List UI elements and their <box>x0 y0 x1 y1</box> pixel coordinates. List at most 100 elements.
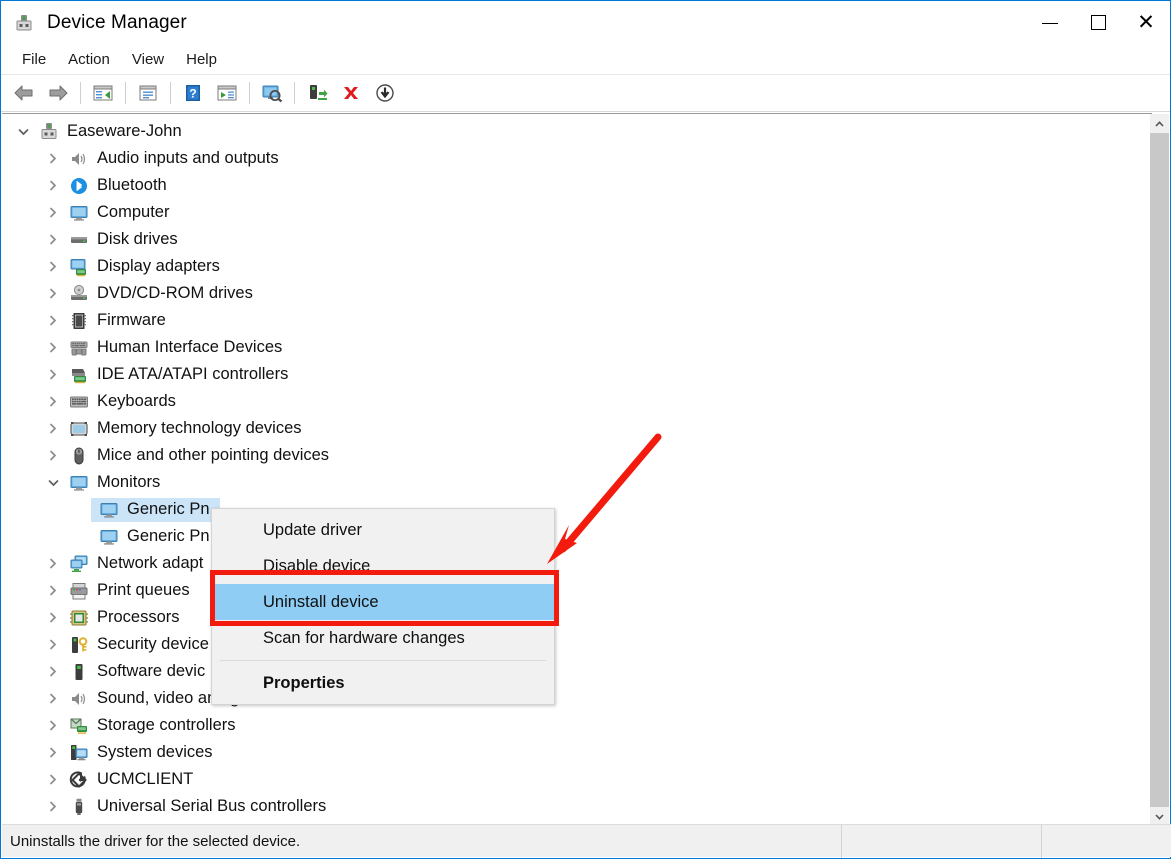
tree-item-content[interactable]: Network adapt <box>61 552 213 576</box>
show-hide-console-tree-button[interactable] <box>86 78 120 108</box>
tree-item-content[interactable]: Human Interface Devices <box>61 336 292 360</box>
tree-item-content[interactable]: Generic Pn <box>91 498 220 522</box>
ctx-properties[interactable]: Properties <box>212 665 554 701</box>
tree-item-print-queues-16[interactable]: Print queues <box>2 577 1152 604</box>
chevron-right-icon[interactable] <box>45 394 61 410</box>
scroll-up-button[interactable] <box>1150 114 1169 133</box>
tree-item-content[interactable]: System devices <box>61 741 223 765</box>
chevron-right-icon[interactable] <box>45 799 61 815</box>
chevron-down-icon[interactable] <box>45 475 61 491</box>
chevron-right-icon[interactable] <box>45 151 61 167</box>
chevron-right-icon[interactable] <box>45 340 61 356</box>
tree-item-content[interactable]: Firmware <box>61 309 176 333</box>
chevron-right-icon[interactable] <box>45 664 61 680</box>
menu-help[interactable]: Help <box>175 48 228 71</box>
menu-file[interactable]: File <box>11 48 57 71</box>
chevron-right-icon[interactable] <box>45 583 61 599</box>
tree-item-universal-serial-bus-controllers-24[interactable]: Universal Serial Bus controllers <box>2 793 1152 820</box>
ctx-scan-for-hardware-changes[interactable]: Scan for hardware changes <box>212 620 554 656</box>
tree-item-content[interactable]: Disk drives <box>61 228 188 252</box>
tree-item-content[interactable]: Computer <box>61 201 179 225</box>
ctx-uninstall-device[interactable]: Uninstall device <box>212 584 554 620</box>
uninstall-device-button[interactable] <box>334 78 368 108</box>
tree-item-content[interactable]: Keyboards <box>61 390 186 414</box>
tree-item-content[interactable]: DVD/CD-ROM drives <box>61 282 263 306</box>
chevron-right-icon[interactable] <box>45 691 61 707</box>
tree-item-memory-technology-devices-10[interactable]: Memory technology devices <box>2 415 1152 442</box>
tree-item-bluetooth-1[interactable]: Bluetooth <box>2 172 1152 199</box>
chevron-right-icon[interactable] <box>45 718 61 734</box>
chevron-right-icon[interactable] <box>45 421 61 437</box>
minimize-button[interactable] <box>1026 1 1074 44</box>
chevron-right-icon[interactable] <box>45 286 61 302</box>
chevron-right-icon[interactable] <box>45 637 61 653</box>
chevron-right-icon[interactable] <box>45 556 61 572</box>
tree-item-content[interactable]: Software devic <box>61 660 215 684</box>
chevron-down-icon[interactable] <box>15 124 31 140</box>
tree-item-monitors-12[interactable]: Monitors <box>2 469 1152 496</box>
menu-action[interactable]: Action <box>57 48 121 71</box>
tree-item-dvd-cd-rom-drives-5[interactable]: DVD/CD-ROM drives <box>2 280 1152 307</box>
tree-item-content[interactable]: Storage controllers <box>61 714 246 738</box>
tree-item-sound-video-and-game-controllers-20[interactable]: Sound, video and game controllers <box>2 685 1152 712</box>
tree-item-keyboards-9[interactable]: Keyboards <box>2 388 1152 415</box>
tree-item-computer-2[interactable]: Computer <box>2 199 1152 226</box>
chevron-right-icon[interactable] <box>45 178 61 194</box>
forward-button[interactable] <box>41 78 75 108</box>
scan-for-hardware-changes-button[interactable] <box>255 78 289 108</box>
chevron-right-icon[interactable] <box>45 448 61 464</box>
tree-item-security-device-18[interactable]: Security device <box>2 631 1152 658</box>
action-menu-button[interactable] <box>210 78 244 108</box>
tree-item-human-interface-devices-7[interactable]: Human Interface Devices <box>2 334 1152 361</box>
tree-item-content[interactable]: Generic Pn <box>91 525 220 549</box>
menu-view[interactable]: View <box>121 48 175 71</box>
tree-item-content[interactable]: Universal Serial Bus controllers <box>61 795 336 819</box>
tree-item-content[interactable]: Security device <box>61 633 219 657</box>
tree-item-content[interactable]: IDE ATA/ATAPI controllers <box>61 363 298 387</box>
tree-item-content[interactable]: Mice and other pointing devices <box>61 444 339 468</box>
tree-item-generic-pn-13[interactable]: Generic Pn <box>2 496 1152 523</box>
scrollbar-thumb[interactable] <box>1150 133 1169 807</box>
disable-device-button[interactable] <box>368 78 402 108</box>
vertical-scrollbar[interactable] <box>1150 114 1169 826</box>
device-tree-pane[interactable]: Easeware-John Audio inputs and outputs Blu… <box>2 113 1152 826</box>
tree-item-ucmclient-23[interactable]: UCMCLIENT <box>2 766 1152 793</box>
tree-item-firmware-6[interactable]: Firmware <box>2 307 1152 334</box>
maximize-button[interactable] <box>1074 1 1122 44</box>
chevron-right-icon[interactable] <box>45 610 61 626</box>
tree-item-storage-controllers-21[interactable]: Storage controllers <box>2 712 1152 739</box>
tree-item-audio-inputs-and-outputs-0[interactable]: Audio inputs and outputs <box>2 145 1152 172</box>
chevron-right-icon[interactable] <box>45 232 61 248</box>
tree-item-mice-and-other-pointing-devices-11[interactable]: Mice and other pointing devices <box>2 442 1152 469</box>
tree-item-system-devices-22[interactable]: System devices <box>2 739 1152 766</box>
chevron-right-icon[interactable] <box>45 259 61 275</box>
help-button[interactable]: ? <box>176 78 210 108</box>
tree-item-content[interactable]: Processors <box>61 606 190 630</box>
close-button[interactable]: ✕ <box>1122 1 1170 44</box>
tree-item-display-adapters-4[interactable]: Display adapters <box>2 253 1152 280</box>
tree-item-content[interactable]: Memory technology devices <box>61 417 312 441</box>
update-driver-button[interactable] <box>300 78 334 108</box>
chevron-right-icon[interactable] <box>45 772 61 788</box>
tree-item-network-adapt-15[interactable]: Network adapt <box>2 550 1152 577</box>
chevron-right-icon[interactable] <box>45 367 61 383</box>
tree-item-content[interactable]: Display adapters <box>61 255 230 279</box>
chevron-right-icon[interactable] <box>45 313 61 329</box>
tree-item-content[interactable]: Monitors <box>61 471 170 495</box>
tree-item-content[interactable]: Print queues <box>61 579 200 603</box>
tree-item-content[interactable]: Audio inputs and outputs <box>61 147 289 171</box>
tree-item-content[interactable]: UCMCLIENT <box>61 768 203 792</box>
tree-item-root[interactable]: Easeware-John <box>2 118 1152 145</box>
tree-item-processors-17[interactable]: Processors <box>2 604 1152 631</box>
tree-item-software-devic-19[interactable]: Software devic <box>2 658 1152 685</box>
tree-item-disk-drives-3[interactable]: Disk drives <box>2 226 1152 253</box>
properties-button[interactable] <box>131 78 165 108</box>
chevron-right-icon[interactable] <box>45 205 61 221</box>
tree-item-content[interactable]: Easeware-John <box>31 120 192 144</box>
context-menu[interactable]: Update driverDisable deviceUninstall dev… <box>211 508 555 705</box>
tree-item-ide-ata-atapi-controllers-8[interactable]: IDE ATA/ATAPI controllers <box>2 361 1152 388</box>
back-button[interactable] <box>7 78 41 108</box>
tree-item-content[interactable]: Bluetooth <box>61 174 177 198</box>
chevron-right-icon[interactable] <box>45 745 61 761</box>
ctx-update-driver[interactable]: Update driver <box>212 512 554 548</box>
